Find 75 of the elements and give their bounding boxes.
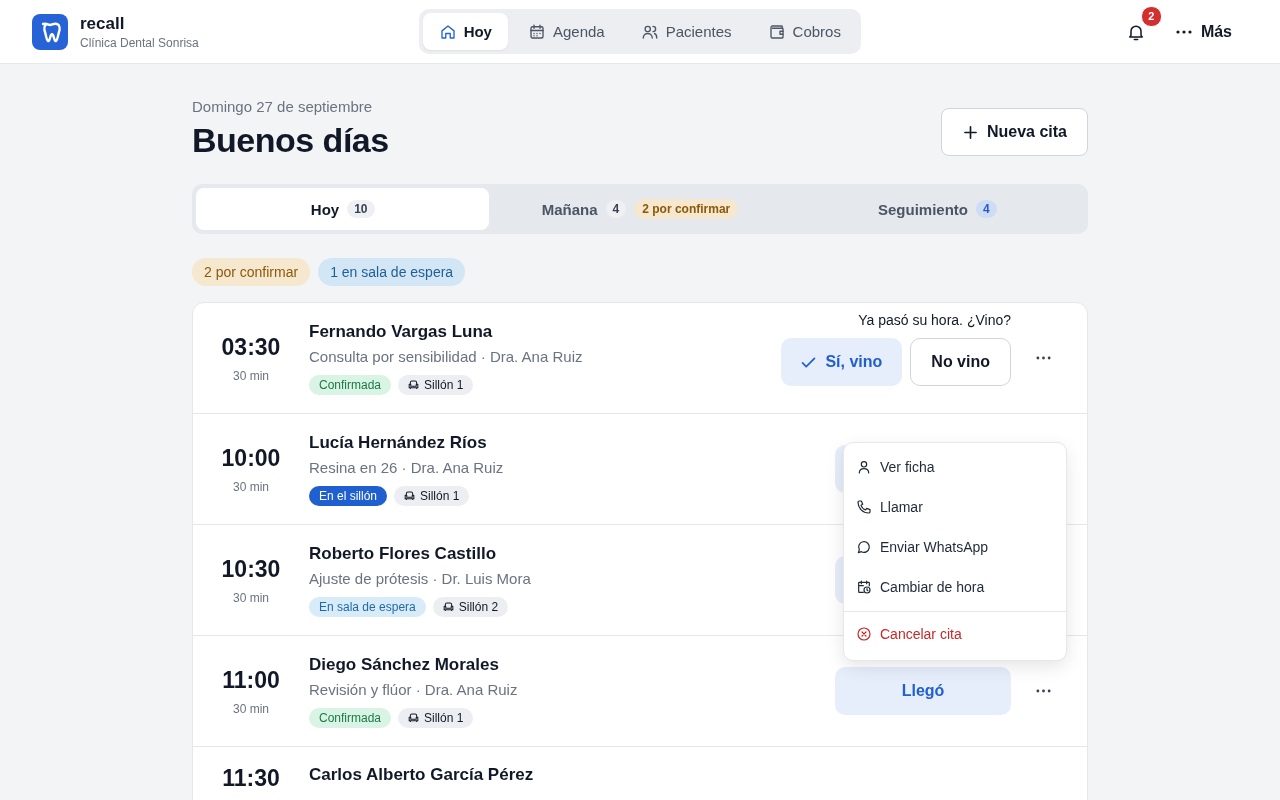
appointment-detail: Ajuste de prótesis · Dr. Luis Mora bbox=[309, 569, 532, 587]
tab-label: Mañana bbox=[541, 200, 598, 218]
plus-icon bbox=[963, 125, 977, 139]
day-tab[interactable]: Hoy 10 bbox=[196, 188, 490, 230]
armchair-icon bbox=[408, 712, 420, 723]
armchair-icon bbox=[442, 601, 454, 612]
duration-label: 30 min bbox=[233, 479, 269, 494]
chair-label: Sillón 2 bbox=[458, 599, 499, 614]
patient-name: Fernando Vargas Luna bbox=[309, 321, 494, 342]
status-tag: En sala de espera bbox=[309, 596, 426, 617]
status-tag: Confirmada bbox=[309, 707, 392, 728]
check-icon bbox=[801, 356, 817, 368]
date-label: Domingo 27 de septiembre bbox=[192, 98, 374, 115]
day-tab[interactable]: Seguimiento 4 bbox=[790, 188, 1084, 230]
attendance-prompt: Ya pasó su hora. ¿Vino? bbox=[858, 312, 1011, 328]
calendar-clock-icon bbox=[856, 579, 872, 595]
appointment-detail: Revisión y flúor · Dra. Ana Ruiz bbox=[309, 680, 519, 698]
menu-item[interactable]: Enviar WhatsApp bbox=[844, 527, 1066, 567]
user-icon bbox=[856, 459, 872, 475]
status-tag: Confirmada bbox=[309, 374, 392, 395]
armchair-icon bbox=[408, 379, 420, 390]
count-badge: 4 bbox=[976, 200, 997, 218]
appointment-time: 10:00 bbox=[221, 444, 281, 472]
more-icon bbox=[1175, 29, 1192, 34]
appointment-detail: Resina en 26 · Dra. Ana Ruiz bbox=[309, 458, 505, 476]
menu-item[interactable]: Cambiar de hora bbox=[844, 567, 1066, 607]
clinic-name: Clínica Dental Sonrisa bbox=[80, 35, 199, 50]
x-circle-icon bbox=[856, 626, 872, 642]
chair-label: Sillón 1 bbox=[424, 710, 464, 725]
chair-label: Sillón 1 bbox=[420, 488, 460, 503]
yes-came-button[interactable]: Sí, vino bbox=[781, 338, 903, 386]
greeting-title: Buenos días bbox=[192, 121, 389, 160]
more-icon bbox=[1035, 689, 1051, 693]
armchair-icon bbox=[404, 490, 416, 501]
appointment-time: 11:30 bbox=[222, 765, 280, 792]
nav-tab[interactable]: Cobros bbox=[751, 13, 857, 50]
count-badge: 10 bbox=[347, 200, 375, 218]
appointment-detail: Consulta por sensibilidad · Dra. Ana Ruiz bbox=[309, 347, 584, 365]
new-appointment-button[interactable]: Nueva cita bbox=[940, 108, 1088, 156]
duration-label: 30 min bbox=[233, 368, 269, 383]
more-icon bbox=[1035, 356, 1051, 360]
status-tag: En el sillón bbox=[309, 485, 388, 506]
nav-tab[interactable]: Pacientes bbox=[624, 13, 748, 50]
day-tab[interactable]: Mañana 4 2 por confirmar bbox=[493, 188, 787, 230]
message-icon bbox=[856, 539, 872, 555]
phone-icon bbox=[856, 499, 872, 515]
pending-badge: 2 por confirmar bbox=[634, 199, 739, 219]
more-button[interactable]: Más bbox=[1175, 22, 1232, 41]
app-name: recall bbox=[80, 13, 126, 34]
appointment-time: 03:30 bbox=[221, 333, 281, 361]
patient-name: Roberto Flores Castillo bbox=[309, 543, 498, 564]
arrived-button[interactable]: Llegó bbox=[835, 667, 1011, 715]
duration-label: 30 min bbox=[233, 701, 269, 716]
chair-label: Sillón 1 bbox=[424, 377, 464, 392]
patient-name: Lucía Hernández Ríos bbox=[309, 432, 488, 453]
appointment-time: 10:30 bbox=[221, 555, 281, 583]
nav-tab[interactable]: Agenda bbox=[511, 13, 621, 50]
summary-chip[interactable]: 2 por confirmar bbox=[192, 258, 311, 286]
menu-item[interactable]: Cancelar cita bbox=[844, 612, 1066, 656]
notification-count: 2 bbox=[1140, 5, 1162, 27]
tab-label: Hoy bbox=[310, 200, 340, 218]
patient-name: Diego Sánchez Morales bbox=[309, 654, 500, 675]
nav-tab[interactable]: Hoy bbox=[422, 13, 508, 50]
no-show-button[interactable]: No vino bbox=[910, 338, 1011, 386]
menu-item[interactable]: Llamar bbox=[844, 487, 1066, 527]
menu-item[interactable]: Ver ficha bbox=[844, 447, 1066, 487]
appointment-time: 11:00 bbox=[222, 666, 280, 694]
count-badge: 4 bbox=[605, 200, 627, 218]
tooth-logo-icon bbox=[32, 13, 68, 50]
summary-chip[interactable]: 1 en sala de espera bbox=[318, 258, 466, 286]
calendar-icon bbox=[527, 22, 546, 41]
patient-name: Carlos Alberto García Pérez bbox=[309, 765, 535, 785]
tab-label: Seguimiento bbox=[877, 200, 968, 218]
duration-label: 30 min bbox=[233, 590, 269, 605]
wallet-icon bbox=[767, 22, 786, 41]
